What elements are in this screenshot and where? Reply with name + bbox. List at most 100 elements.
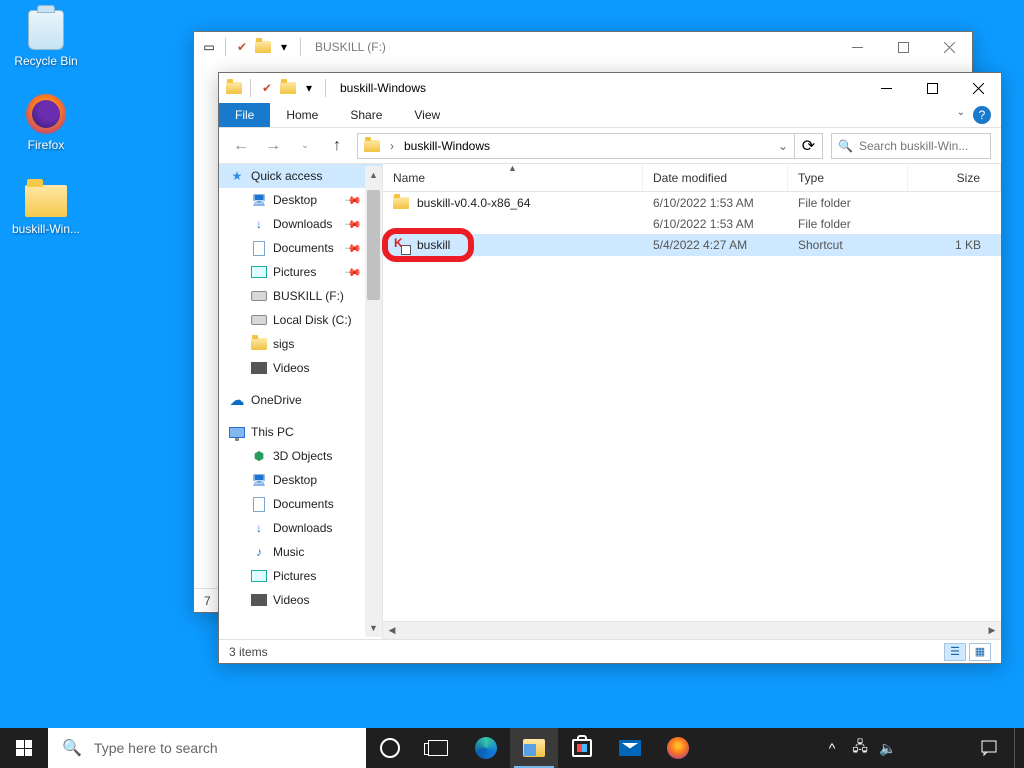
start-button[interactable] <box>0 728 48 768</box>
nav-pc-downloads[interactable]: ↓Downloads <box>219 516 382 540</box>
minimize-button[interactable] <box>863 73 909 103</box>
music-icon: ♪ <box>251 544 267 560</box>
help-icon[interactable]: ? <box>973 106 991 124</box>
pin-icon: 📌 <box>344 191 363 210</box>
nav-videos[interactable]: Videos <box>219 356 382 380</box>
nav-desktop[interactable]: 🖥Desktop📌 <box>219 188 382 212</box>
tray-clock[interactable] <box>904 728 964 768</box>
nav-pc-documents[interactable]: Documents <box>219 492 382 516</box>
desktop-icon-buskill-folder[interactable]: buskill-Win... <box>8 176 84 236</box>
titlebar[interactable]: ▭ ✔ ▾ BUSKILL (F:) <box>194 32 972 62</box>
nav-buskill-drive[interactable]: BUSKILL (F:) <box>219 284 382 308</box>
search-icon: 🔍 <box>62 738 82 758</box>
folder-icon <box>364 140 380 152</box>
listview-h-scrollbar[interactable]: ◀ ▶ <box>383 621 1001 639</box>
nav-pc-desktop[interactable]: 🖥Desktop <box>219 468 382 492</box>
nav-pc-videos[interactable]: Videos <box>219 588 382 612</box>
tray-network-icon[interactable]: 🖧 <box>848 728 872 768</box>
ribbon-tab-home[interactable]: Home <box>270 103 334 127</box>
address-dropdown-icon[interactable]: ⌄ <box>778 139 788 153</box>
taskbar-search[interactable]: 🔍 Type here to search <box>48 728 366 768</box>
column-headers: Name▲ Date modified Type Size <box>383 164 1001 192</box>
nav-sigs[interactable]: sigs <box>219 332 382 356</box>
navigation-pane[interactable]: ★Quick access 🖥Desktop📌 ↓Downloads📌 Docu… <box>219 164 383 639</box>
show-desktop-button[interactable] <box>1014 728 1020 768</box>
scroll-left-icon[interactable]: ◀ <box>383 622 401 639</box>
breadcrumb-segment[interactable]: buskill-Windows <box>404 139 490 153</box>
drive-icon <box>251 288 267 304</box>
nav-3d-objects[interactable]: ⬢3D Objects <box>219 444 382 468</box>
search-input[interactable]: 🔍 Search buskill-Win... <box>831 133 991 159</box>
close-button[interactable] <box>926 32 972 62</box>
maximize-button[interactable] <box>880 32 926 62</box>
nav-downloads[interactable]: ↓Downloads📌 <box>219 212 382 236</box>
view-details-button[interactable]: ☰ <box>944 643 966 661</box>
action-center-button[interactable] <box>968 740 1010 756</box>
taskbar-mail[interactable] <box>606 728 654 768</box>
close-button[interactable] <box>955 73 1001 103</box>
taskbar-edge[interactable] <box>462 728 510 768</box>
scroll-down-icon[interactable]: ▼ <box>365 619 382 637</box>
list-item-selected[interactable]: buskill 5/4/2022 4:27 AM Shortcut 1 KB <box>383 234 1001 256</box>
folder-icon <box>254 38 272 56</box>
nav-this-pc[interactable]: This PC <box>219 420 382 444</box>
task-view-icon <box>428 740 448 756</box>
pc-icon <box>229 424 245 440</box>
desktop-icon-label: Recycle Bin <box>14 54 77 68</box>
list-item[interactable]: 6/10/2022 1:53 AM File folder <box>383 214 1001 234</box>
navpane-scrollbar[interactable]: ▲ ▼ <box>365 166 382 637</box>
maximize-button[interactable] <box>909 73 955 103</box>
documents-icon <box>251 496 267 512</box>
taskbar-firefox[interactable] <box>654 728 702 768</box>
scroll-thumb[interactable] <box>367 190 380 300</box>
column-header-date[interactable]: Date modified <box>643 164 788 191</box>
nav-up-button[interactable]: ↑ <box>325 134 349 158</box>
nav-local-disk-c[interactable]: Local Disk (C:) <box>219 308 382 332</box>
column-header-type[interactable]: Type <box>788 164 908 191</box>
address-bar[interactable]: buskill-Windows ⌄ <box>357 133 795 159</box>
ribbon-tab-view[interactable]: View <box>398 103 456 127</box>
nav-forward-button[interactable]: → <box>261 134 285 158</box>
taskbar-file-explorer[interactable] <box>510 728 558 768</box>
nav-quick-access[interactable]: ★Quick access <box>219 164 382 188</box>
tray-volume-icon[interactable]: 🔈 <box>876 728 900 768</box>
nav-recent-dropdown[interactable]: ⌄ <box>293 134 317 158</box>
column-header-size[interactable]: Size <box>908 164 1001 191</box>
qat-properties-icon[interactable]: ✔ <box>258 79 276 97</box>
qat-dropdown-icon[interactable]: ▾ <box>300 79 318 97</box>
refresh-button[interactable]: ⟳ <box>795 133 823 159</box>
nav-back-button[interactable]: ← <box>229 134 253 158</box>
minimize-button[interactable] <box>834 32 880 62</box>
column-header-name[interactable]: Name▲ <box>383 164 643 191</box>
qat-properties-icon[interactable]: ✔ <box>233 38 251 56</box>
ribbon-tab-file[interactable]: File <box>219 103 270 127</box>
view-large-icons-button[interactable]: ▦ <box>969 643 991 661</box>
taskbar-cortana[interactable] <box>366 728 414 768</box>
drive-icon <box>251 312 267 328</box>
nav-pc-pictures[interactable]: Pictures <box>219 564 382 588</box>
taskbar-task-view[interactable] <box>414 728 462 768</box>
tray-show-hidden-icons[interactable]: ^ <box>820 728 844 768</box>
breadcrumb-separator-icon[interactable] <box>386 139 398 153</box>
list-item[interactable]: buskill-v0.4.0-x86_64 6/10/2022 1:53 AM … <box>383 192 1001 214</box>
nav-pc-music[interactable]: ♪Music <box>219 540 382 564</box>
folder-icon <box>25 185 67 217</box>
titlebar[interactable]: ✔ ▾ buskill-Windows <box>219 73 1001 103</box>
desktop-icon-recycle-bin[interactable]: Recycle Bin <box>8 8 84 68</box>
qat-dropdown-icon[interactable]: ▾ <box>275 38 293 56</box>
window-title: BUSKILL (F:) <box>305 40 834 54</box>
window-foreground-explorer[interactable]: ✔ ▾ buskill-Windows File Home Share View… <box>218 72 1002 664</box>
edge-icon <box>475 737 497 759</box>
nav-pictures[interactable]: Pictures📌 <box>219 260 382 284</box>
scroll-up-icon[interactable]: ▲ <box>365 166 382 184</box>
ribbon-tab-share[interactable]: Share <box>334 103 398 127</box>
desktop-icon-firefox[interactable]: Firefox <box>8 92 84 152</box>
taskbar-store[interactable] <box>558 728 606 768</box>
nav-onedrive[interactable]: ☁OneDrive <box>219 388 382 412</box>
cortana-icon <box>380 738 400 758</box>
nav-documents[interactable]: Documents📌 <box>219 236 382 260</box>
ribbon-expand-icon[interactable]: ⌄ <box>957 107 965 118</box>
scroll-right-icon[interactable]: ▶ <box>983 622 1001 639</box>
search-placeholder: Search buskill-Win... <box>859 139 968 153</box>
videos-icon <box>251 360 267 376</box>
